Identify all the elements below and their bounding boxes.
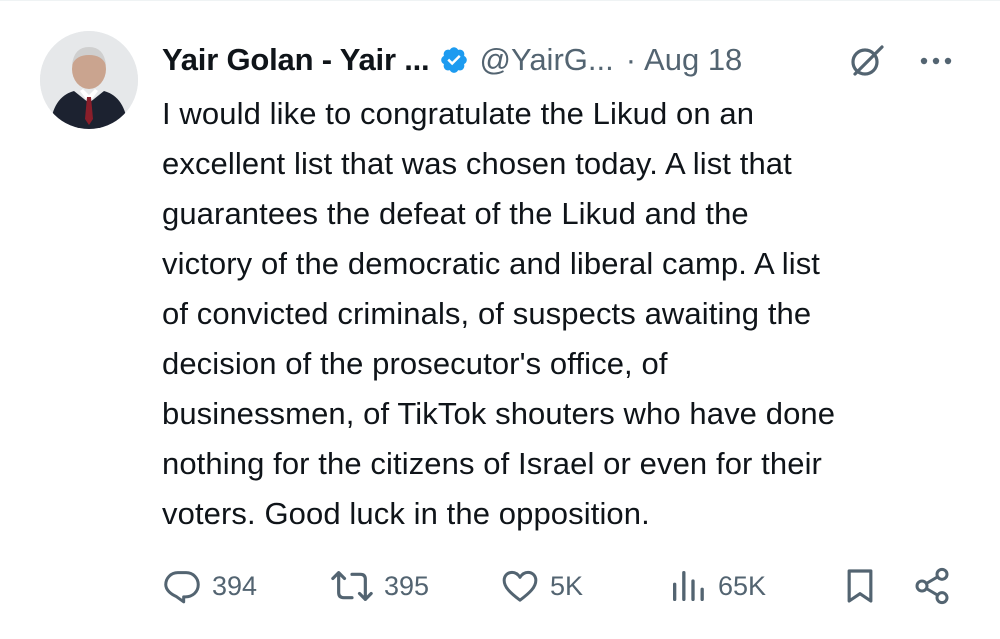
like-button[interactable]: 5K [500, 564, 583, 608]
views-count: 65K [718, 570, 767, 601]
tweet-card[interactable]: Yair Golan - Yair ... @YairG... · Aug 18… [0, 0, 1000, 639]
author-handle[interactable]: @YairG... [479, 42, 613, 78]
avatar-image [40, 31, 138, 129]
views-icon [668, 566, 708, 606]
reply-button[interactable]: 394 [162, 564, 257, 608]
more-icon[interactable] [915, 47, 957, 75]
grok-icon[interactable] [846, 41, 886, 81]
action-bar: 394 395 5K 65K [160, 564, 960, 608]
tweet-date[interactable]: Aug 18 [644, 42, 742, 78]
repost-count: 395 [384, 570, 430, 601]
views-button[interactable]: 65K [668, 564, 766, 608]
bookmark-button[interactable] [840, 564, 880, 608]
header-separator: · [625, 42, 637, 77]
repost-button[interactable]: 395 [330, 564, 429, 608]
display-name[interactable]: Yair Golan - Yair ... [162, 42, 430, 78]
avatar[interactable] [40, 31, 138, 129]
tweet-header: Yair Golan - Yair ... @YairG... · Aug 18 [162, 35, 742, 85]
share-button[interactable] [912, 564, 952, 608]
verified-badge-icon [439, 45, 469, 75]
repost-icon [330, 566, 374, 606]
tweet-text: I would like to congratulate the Likud o… [162, 96, 836, 531]
share-icon [912, 566, 952, 606]
reply-count: 394 [212, 570, 258, 601]
bookmark-icon [840, 566, 880, 606]
reply-icon [162, 566, 202, 606]
like-count: 5K [550, 570, 584, 601]
heart-icon [500, 566, 540, 606]
